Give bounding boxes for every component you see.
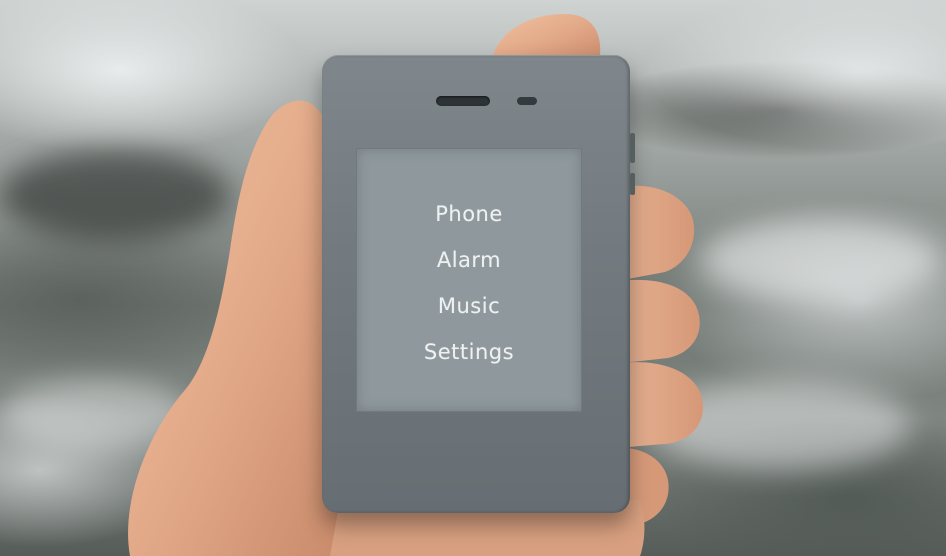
light-phone-device: Phone Alarm Music Settings [322,55,635,513]
front-sensor [517,97,537,105]
menu-item-phone[interactable]: Phone [357,191,581,237]
palm [128,100,340,556]
side-button-upper[interactable] [630,133,635,163]
phone-screen[interactable]: Phone Alarm Music Settings [356,148,582,412]
menu-item-alarm[interactable]: Alarm [357,237,581,283]
menu-item-music[interactable]: Music [357,283,581,329]
side-button-lower[interactable] [630,173,635,195]
menu-item-settings[interactable]: Settings [357,329,581,375]
earpiece-speaker [436,96,490,106]
phone-menu: Phone Alarm Music Settings [357,191,581,375]
